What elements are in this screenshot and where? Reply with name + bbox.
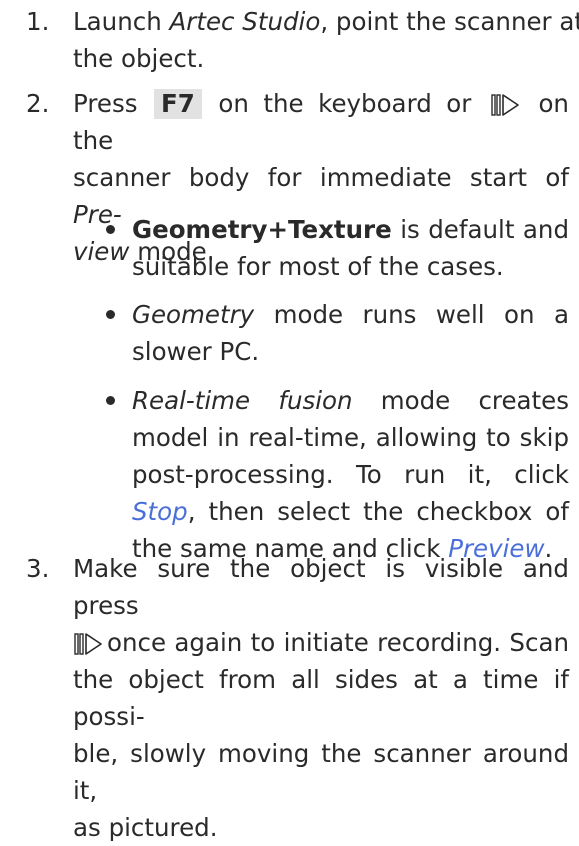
bullet-dot <box>106 310 115 319</box>
text-span: mode creates <box>352 386 569 415</box>
step-line: once again to initiate recording. Scan <box>73 624 569 661</box>
step-text: Make sure the object is visible and pres… <box>73 550 569 846</box>
mode-name: Real-time fusion <box>132 386 353 415</box>
bullet-line: Geometry mode runs well on a <box>132 296 569 333</box>
bullet-dot <box>106 396 115 405</box>
step-line: Launch Artec Studio, point the scanner a… <box>73 3 579 40</box>
step-line: Press F7 on the keyboard or on the <box>73 85 569 159</box>
step-number: 2. <box>26 89 50 118</box>
step-text: Launch Artec Studio, point the scanner a… <box>73 3 579 77</box>
scanner-start-icon <box>491 94 519 116</box>
mode-name: Geometry+Texture <box>132 215 392 244</box>
step-line: ble, slowly moving the scanner around it… <box>73 739 569 805</box>
f7-key: F7 <box>154 89 202 119</box>
bullet-dot <box>106 225 115 234</box>
text-span: Launch <box>73 7 170 36</box>
text-span: mode runs well on a <box>254 300 569 329</box>
step-line: the object from all sides at a time if p… <box>73 665 569 731</box>
bullet-text: Geometry+Texture is default and suitable… <box>132 211 569 285</box>
mode-name: Geometry <box>132 300 255 329</box>
bullet-line: Real-time fusion mode creates <box>132 382 569 419</box>
scanner-start-icon <box>74 633 102 655</box>
step-number: 3. <box>26 554 50 583</box>
bullet-text: Real-time fusion mode creates model in r… <box>132 382 569 567</box>
text-span: , point the scanner at <box>320 7 579 36</box>
mode-name: view <box>73 237 130 266</box>
text-span: on the keyboard or <box>218 89 472 118</box>
step-line: Make sure the object is visible and pres… <box>73 554 569 620</box>
bullet-line: suitable for most of the cases. <box>132 252 504 281</box>
bullet-text: Geometry mode runs well on a slower PC. <box>132 296 569 370</box>
text-span: Press <box>73 89 138 118</box>
text-span: scanner body for immediate start of <box>73 163 569 192</box>
bullet-line: Stop, then select the checkbox of <box>132 493 569 530</box>
bullet-line: model in real-time, allowing to skip <box>132 423 569 452</box>
mode-name: Pre- <box>73 200 122 229</box>
bullet-line: post-processing. To run it, click <box>132 460 569 489</box>
app-name: Artec Studio <box>169 7 321 36</box>
stop-link[interactable]: Stop <box>132 497 188 526</box>
instructions-page: 1. Launch Artec Studio, point the scanne… <box>0 0 579 842</box>
bullet-line: slower PC. <box>132 337 260 366</box>
text-span: , then select the checkbox of <box>187 497 569 526</box>
bullet-line: Geometry+Texture is default and <box>132 211 569 248</box>
step-line: as pictured. <box>73 813 218 842</box>
text-span: is default and <box>391 215 569 244</box>
step-number: 1. <box>26 7 50 36</box>
text-span: once again to initiate recording. Scan <box>107 628 569 657</box>
step-line: the object. <box>73 44 205 73</box>
